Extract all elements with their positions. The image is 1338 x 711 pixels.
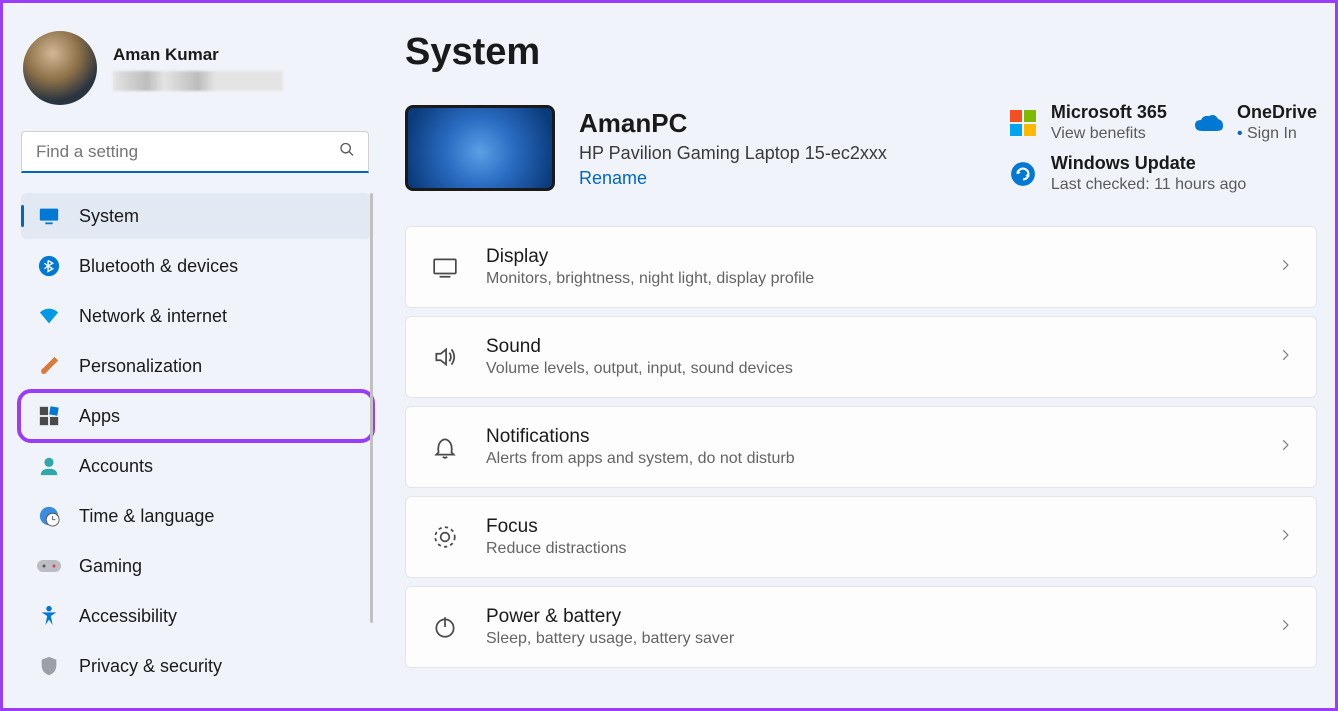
nav-label: Personalization (79, 356, 202, 377)
onedrive-icon (1195, 109, 1223, 137)
device-model: HP Pavilion Gaming Laptop 15-ec2xxx (579, 143, 887, 164)
sidebar-item-apps[interactable]: Apps (21, 393, 371, 439)
search-input[interactable] (21, 131, 369, 173)
setting-title: Notifications (486, 426, 1278, 448)
chevron-right-icon (1278, 348, 1292, 367)
main-pane: System AmanPC HP Pavilion Gaming Laptop … (383, 3, 1335, 708)
sidebar-item-network[interactable]: Network & internet (21, 293, 371, 339)
sidebar-item-system[interactable]: System (21, 193, 371, 239)
chevron-right-icon (1278, 618, 1292, 637)
settings-list: Display Monitors, brightness, night ligh… (405, 226, 1317, 668)
globe-clock-icon (37, 504, 61, 528)
profile-email-redacted (113, 71, 283, 91)
profile-name: Aman Kumar (113, 45, 283, 65)
setting-desc: Reduce distractions (486, 540, 1278, 558)
setting-sound[interactable]: Sound Volume levels, output, input, soun… (405, 316, 1317, 398)
qlink-sub: View benefits (1051, 125, 1167, 143)
nav-label: Time & language (79, 506, 214, 527)
nav-label: Accessibility (79, 606, 177, 627)
shield-icon (37, 654, 61, 678)
sidebar-item-accounts[interactable]: Accounts (21, 443, 371, 489)
quick-links: Microsoft 365 View benefits OneDrive Sig… (1009, 102, 1317, 194)
profile-section[interactable]: Aman Kumar (21, 23, 371, 123)
device-name: AmanPC (579, 108, 887, 139)
quicklink-m365[interactable]: Microsoft 365 View benefits (1009, 102, 1167, 143)
qlink-sub: Sign In (1237, 125, 1317, 143)
sidebar-item-bluetooth[interactable]: Bluetooth & devices (21, 243, 371, 289)
device-thumbnail (405, 105, 555, 191)
nav-label: Network & internet (79, 306, 227, 327)
chevron-right-icon (1278, 258, 1292, 277)
sidebar-item-time[interactable]: Time & language (21, 493, 371, 539)
display-icon (430, 252, 460, 282)
m365-icon (1009, 109, 1037, 137)
setting-desc: Sleep, battery usage, battery saver (486, 630, 1278, 648)
search-wrapper (21, 131, 369, 173)
quicklink-onedrive[interactable]: OneDrive Sign In (1195, 102, 1317, 143)
qlink-title: Windows Update (1051, 153, 1246, 174)
setting-notifications[interactable]: Notifications Alerts from apps and syste… (405, 406, 1317, 488)
nav-label: Privacy & security (79, 656, 222, 677)
qlink-title: Microsoft 365 (1051, 102, 1167, 123)
setting-title: Focus (486, 516, 1278, 538)
sidebar-item-personalization[interactable]: Personalization (21, 343, 371, 389)
accessibility-icon (37, 604, 61, 628)
sidebar-item-accessibility[interactable]: Accessibility (21, 593, 371, 639)
person-icon (37, 454, 61, 478)
setting-display[interactable]: Display Monitors, brightness, night ligh… (405, 226, 1317, 308)
apps-icon (37, 404, 61, 428)
sidebar-item-privacy[interactable]: Privacy & security (21, 643, 371, 689)
setting-desc: Alerts from apps and system, do not dist… (486, 450, 1278, 468)
sidebar: Aman Kumar System Bluetooth & devices Ne… (3, 3, 383, 708)
sidebar-item-gaming[interactable]: Gaming (21, 543, 371, 589)
nav-scrollbar[interactable] (370, 193, 373, 623)
brush-icon (37, 354, 61, 378)
update-icon (1009, 160, 1037, 188)
setting-title: Sound (486, 336, 1278, 358)
chevron-right-icon (1278, 438, 1292, 457)
nav-label: Gaming (79, 556, 142, 577)
setting-power[interactable]: Power & battery Sleep, battery usage, ba… (405, 586, 1317, 668)
wifi-icon (37, 304, 61, 328)
nav-label: Apps (79, 406, 120, 427)
qlink-title: OneDrive (1237, 102, 1317, 123)
page-title: System (405, 31, 1317, 74)
focus-icon (430, 522, 460, 552)
bell-icon (430, 432, 460, 462)
monitor-icon (37, 204, 61, 228)
gamepad-icon (37, 554, 61, 578)
sound-icon (430, 342, 460, 372)
nav-label: Bluetooth & devices (79, 256, 238, 277)
setting-title: Power & battery (486, 606, 1278, 628)
nav-list: System Bluetooth & devices Network & int… (21, 193, 371, 693)
qlink-sub: Last checked: 11 hours ago (1051, 176, 1246, 194)
nav-label: Accounts (79, 456, 153, 477)
avatar (23, 31, 97, 105)
setting-title: Display (486, 246, 1278, 268)
setting-focus[interactable]: Focus Reduce distractions (405, 496, 1317, 578)
rename-link[interactable]: Rename (579, 168, 887, 189)
device-header: AmanPC HP Pavilion Gaming Laptop 15-ec2x… (405, 102, 1317, 194)
quicklink-update[interactable]: Windows Update Last checked: 11 hours ag… (1009, 153, 1317, 194)
power-icon (430, 612, 460, 642)
setting-desc: Monitors, brightness, night light, displ… (486, 270, 1278, 288)
nav-label: System (79, 206, 139, 227)
bluetooth-icon (37, 254, 61, 278)
chevron-right-icon (1278, 528, 1292, 547)
setting-desc: Volume levels, output, input, sound devi… (486, 360, 1278, 378)
search-icon (339, 142, 355, 163)
